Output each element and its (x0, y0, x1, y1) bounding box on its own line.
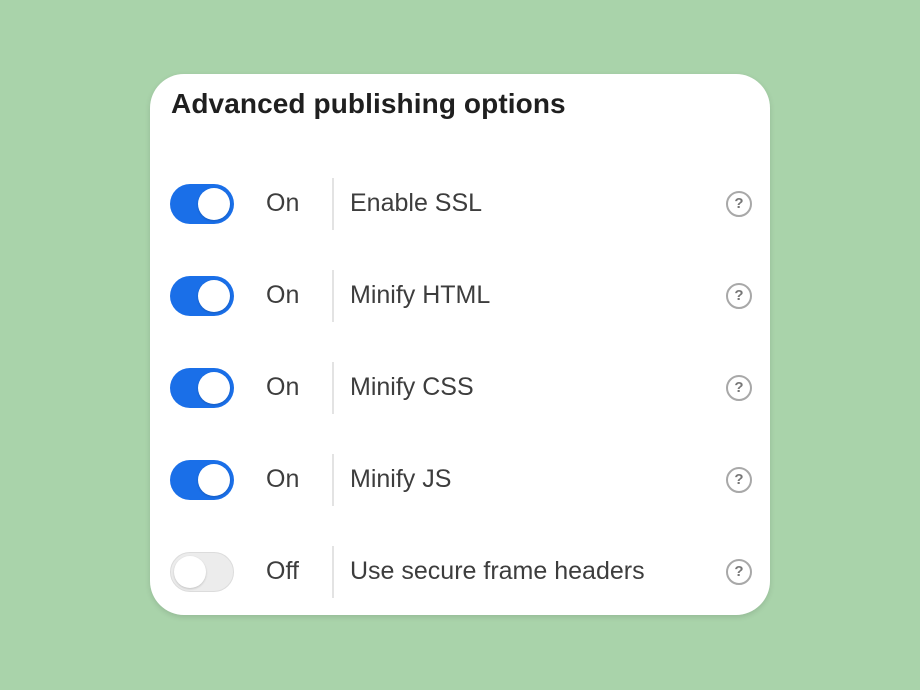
option-row-enable-ssl: On Enable SSL ? (150, 176, 770, 232)
publishing-options-panel: Advanced publishing options On Enable SS… (150, 74, 770, 615)
question-circle-icon[interactable]: ? (726, 191, 752, 217)
question-circle-icon[interactable]: ? (726, 467, 752, 493)
toggle-knob (198, 464, 230, 496)
divider (332, 270, 334, 322)
panel-title: Advanced publishing options (171, 88, 566, 119)
divider (332, 178, 334, 230)
option-row-minify-css: On Minify CSS ? (150, 360, 770, 416)
question-circle-icon[interactable]: ? (726, 283, 752, 309)
toggle-state-label: On (266, 373, 300, 401)
toggle-knob (198, 188, 230, 220)
option-row-secure-frame-headers: Off Use secure frame headers ? (150, 544, 770, 600)
divider (332, 546, 334, 598)
option-row-minify-js: On Minify JS ? (150, 452, 770, 508)
toggle-state-label: On (266, 465, 300, 493)
secure-frame-headers-toggle[interactable] (170, 552, 234, 592)
toggle-knob (198, 280, 230, 312)
question-circle-icon[interactable]: ? (726, 559, 752, 585)
toggle-state-label: Off (266, 557, 299, 585)
option-label: Enable SSL (350, 189, 483, 217)
enable-ssl-toggle[interactable] (170, 184, 234, 224)
option-label: Use secure frame headers (350, 557, 645, 585)
minify-js-toggle[interactable] (170, 460, 234, 500)
option-row-minify-html: On Minify HTML ? (150, 268, 770, 324)
toggle-knob (198, 372, 230, 404)
toggle-state-label: On (266, 281, 300, 309)
divider (332, 362, 334, 414)
question-circle-icon[interactable]: ? (726, 375, 752, 401)
toggle-state-label: On (266, 189, 300, 217)
option-label: Minify HTML (350, 281, 491, 309)
toggle-knob (174, 555, 206, 588)
minify-css-toggle[interactable] (170, 368, 234, 408)
minify-html-toggle[interactable] (170, 276, 234, 316)
divider (332, 454, 334, 506)
option-label: Minify CSS (350, 373, 474, 401)
option-label: Minify JS (350, 465, 452, 493)
